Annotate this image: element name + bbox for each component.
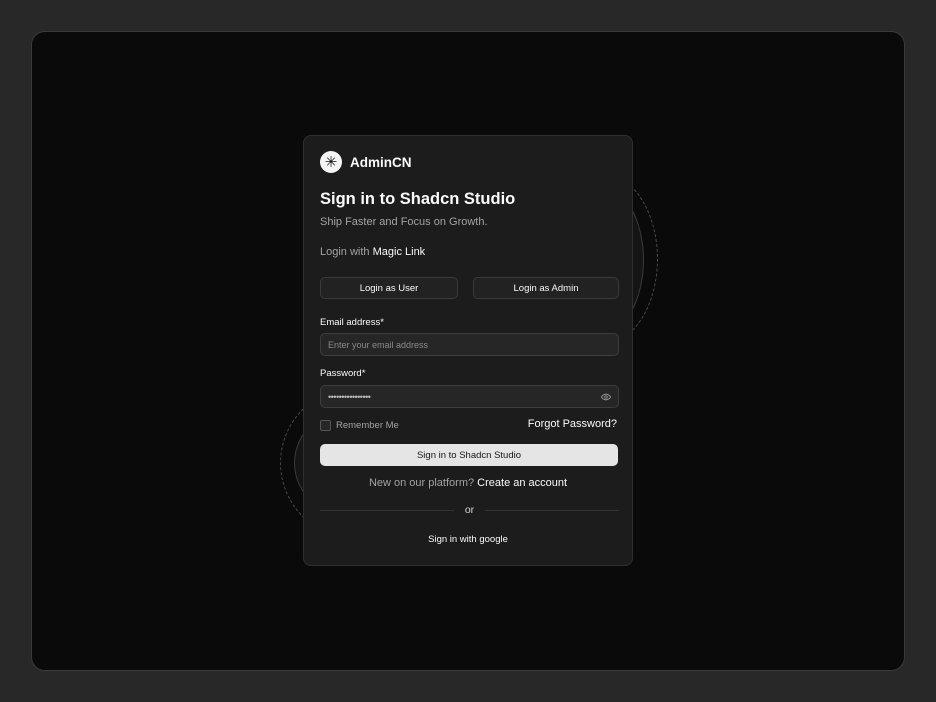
eye-icon[interactable] xyxy=(601,392,611,402)
password-label: Password* xyxy=(320,368,366,379)
signup-row: New on our platform? Create an account xyxy=(304,477,632,489)
password-value: •••••••••••••••• xyxy=(328,391,371,402)
remember-me-checkbox[interactable] xyxy=(320,420,331,431)
divider-text: or xyxy=(464,504,475,516)
email-label: Email address* xyxy=(320,317,384,328)
magic-link[interactable]: Magic Link xyxy=(373,246,426,258)
login-as-admin-button[interactable]: Login as Admin xyxy=(473,277,619,299)
google-sign-in-button[interactable]: Sign in with google xyxy=(304,534,632,545)
logo-icon: ✳ xyxy=(320,151,342,173)
remember-me-label: Remember Me xyxy=(336,420,399,431)
login-card: ✳ AdminCN Sign in to Shadcn Studio Ship … xyxy=(303,135,633,566)
magic-link-prefix: Login with xyxy=(320,246,370,258)
page-subtitle: Ship Faster and Focus on Growth. xyxy=(320,216,488,228)
password-field[interactable]: •••••••••••••••• xyxy=(320,385,619,408)
magic-link-row: Login with Magic Link xyxy=(320,246,425,258)
create-account-link[interactable]: Create an account xyxy=(477,477,567,489)
signup-prefix: New on our platform? xyxy=(368,477,475,489)
app-frame: ✳ AdminCN Sign in to Shadcn Studio Ship … xyxy=(31,31,905,671)
email-field[interactable]: Enter your email address xyxy=(320,333,619,356)
forgot-password-link[interactable]: Forgot Password? xyxy=(528,418,617,430)
login-as-user-button[interactable]: Login as User xyxy=(320,277,458,299)
sign-in-button[interactable]: Sign in to Shadcn Studio xyxy=(320,444,618,466)
divider: or xyxy=(320,504,619,516)
email-placeholder: Enter your email address xyxy=(328,339,429,350)
brand: ✳ AdminCN xyxy=(320,151,412,173)
remember-me[interactable]: Remember Me xyxy=(320,420,399,431)
brand-name: AdminCN xyxy=(350,154,412,170)
page-title: Sign in to Shadcn Studio xyxy=(320,190,516,208)
